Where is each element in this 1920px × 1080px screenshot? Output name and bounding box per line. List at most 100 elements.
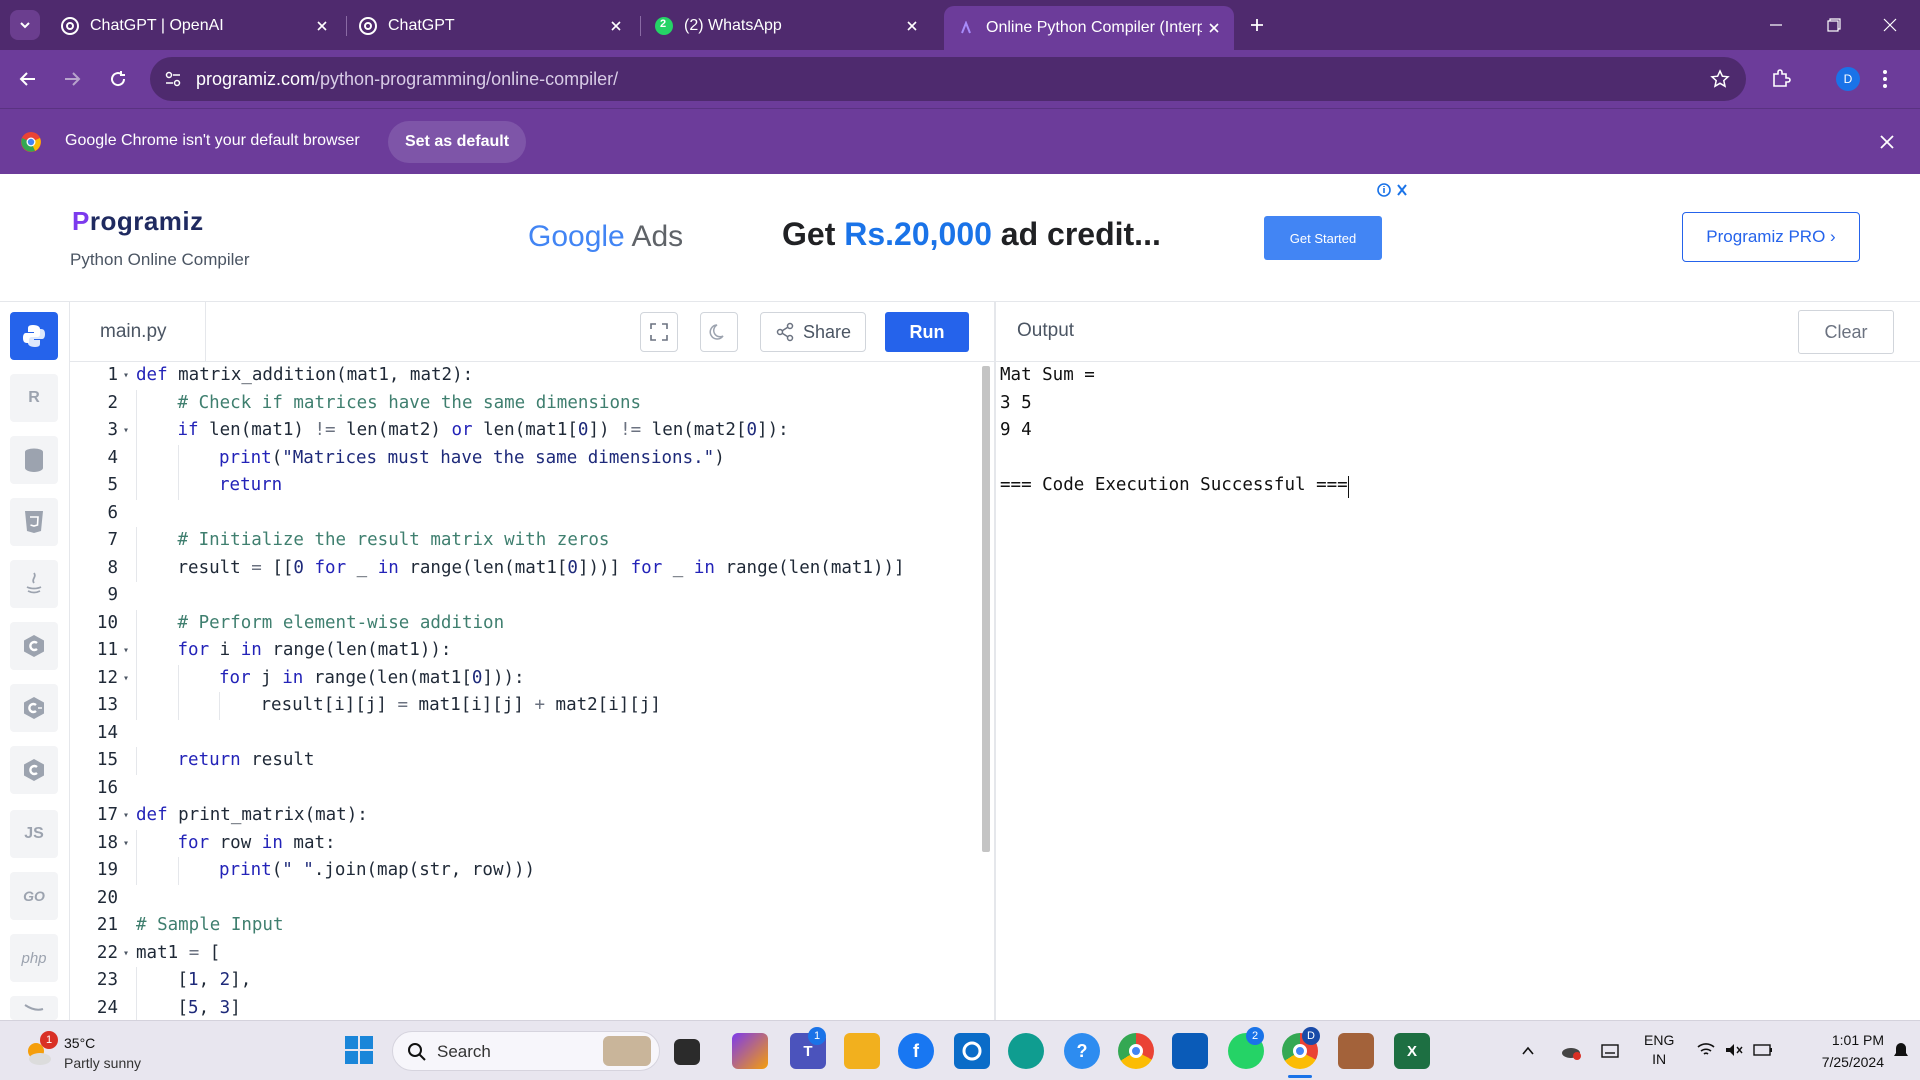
show-hidden-icons-icon[interactable] (1520, 1043, 1536, 1059)
ad-get-started-button[interactable]: Get Started (1264, 216, 1382, 260)
code-line[interactable]: 1 ▾ def matrix_addition(mat1, mat2): (70, 362, 988, 389)
output-console[interactable]: Mat Sum = 3 5 9 4 === Code Execution Succe… (996, 362, 1920, 1020)
weather-widget[interactable]: 1 35°C Partly sunny (22, 1031, 222, 1075)
system-clock[interactable]: 1:01 PM 7/25/2024 (1790, 1029, 1884, 1073)
sidebar-item-go[interactable]: GO (10, 872, 58, 920)
code-line[interactable]: 13 result[i][j] = mat1[i][j] + mat2[i][j] (70, 692, 988, 720)
code-line[interactable]: 17 ▾ def print_matrix(mat): (70, 802, 988, 829)
close-tab-icon[interactable] (604, 14, 628, 38)
close-tab-icon[interactable] (1202, 16, 1226, 40)
task-view-icon[interactable] (674, 1039, 700, 1065)
adchoices-icon[interactable] (1376, 182, 1410, 201)
chrome-taskbar-icon[interactable] (1118, 1033, 1154, 1069)
fold-toggle-icon[interactable]: ▾ (120, 940, 132, 967)
code-line[interactable]: 2 # Check if matrices have the same dimen… (70, 389, 988, 417)
extensions-icon[interactable] (1770, 68, 1792, 90)
code-line[interactable]: 4 print("Matrices must have the same dime… (70, 444, 988, 472)
code-line[interactable]: 15 return result (70, 747, 988, 775)
site-settings-icon[interactable] (164, 70, 182, 88)
fold-toggle-icon[interactable]: ▾ (120, 665, 132, 692)
run-button[interactable]: Run (885, 312, 969, 352)
bookmark-star-icon[interactable] (1710, 69, 1730, 89)
code-line[interactable]: 21 # Sample Input (70, 912, 988, 939)
cortana-icon[interactable] (954, 1033, 990, 1069)
file-explorer-icon[interactable] (844, 1033, 880, 1069)
onedrive-icon[interactable] (1560, 1041, 1582, 1061)
language-indicator[interactable]: ENG IN (1644, 1031, 1674, 1069)
code-line[interactable]: 7 # Initialize the result matrix with zer… (70, 527, 988, 555)
code-line[interactable]: 23 [1, 2], (70, 967, 988, 995)
fold-toggle-icon[interactable]: ▾ (120, 362, 132, 389)
tab-online-python-compiler[interactable]: Online Python Compiler (Interp (944, 6, 1234, 50)
close-tab-icon[interactable] (900, 14, 924, 38)
close-window-button[interactable] (1870, 10, 1910, 40)
code-line[interactable]: 16 (70, 775, 988, 802)
code-line[interactable]: 10 # Perform element-wise addition (70, 609, 988, 637)
sidebar-item-cpp[interactable] (10, 684, 58, 732)
minimize-button[interactable] (1756, 10, 1796, 40)
forward-button[interactable] (56, 63, 88, 95)
facebook-icon[interactable]: f (898, 1033, 934, 1069)
copilot-icon[interactable] (732, 1033, 768, 1069)
close-infobar-icon[interactable] (1880, 135, 1894, 149)
sidebar-item-python[interactable] (10, 312, 58, 360)
code-line[interactable]: 8 result = [[0 for _ in range(len(mat1[0]… (70, 554, 988, 582)
code-editor[interactable]: 1 ▾ def matrix_addition(mat1, mat2): 2 # Che… (70, 362, 988, 1020)
clear-button[interactable]: Clear (1798, 310, 1894, 354)
sidebar-item-r[interactable]: R (10, 374, 58, 422)
sidebar-item-c[interactable] (10, 622, 58, 670)
sidebar-item-java[interactable] (10, 560, 58, 608)
sidebar-item-sql[interactable] (10, 436, 58, 484)
file-tab-main-py[interactable]: main.py (70, 302, 206, 362)
programiz-pro-button[interactable]: Programiz PRO › (1682, 212, 1860, 262)
sidebar-item-more[interactable] (10, 996, 58, 1020)
fullscreen-button[interactable] (640, 312, 678, 352)
notification-bell-icon[interactable] (1892, 1041, 1910, 1061)
fold-toggle-icon[interactable]: ▾ (120, 802, 132, 829)
code-line[interactable]: 14 (70, 720, 988, 747)
code-line[interactable]: 24 [5, 3] (70, 994, 988, 1020)
new-tab-button[interactable] (1244, 12, 1270, 38)
game-icon[interactable] (1338, 1033, 1374, 1069)
sidebar-item-php[interactable]: php (10, 934, 58, 982)
tab-whatsapp[interactable]: 2 (2) WhatsApp (642, 6, 932, 46)
back-button[interactable] (12, 63, 44, 95)
code-line[interactable]: 12 ▾ for j in range(len(mat1[0])): (70, 664, 988, 692)
sidebar-item-csharp[interactable] (10, 746, 58, 794)
code-line[interactable]: 9 (70, 582, 988, 609)
tab-search-button[interactable] (10, 10, 40, 40)
code-line[interactable]: 6 (70, 500, 988, 527)
address-bar[interactable]: programiz.com/python-programming/online-… (150, 57, 1746, 101)
fold-toggle-icon[interactable]: ▾ (120, 637, 132, 664)
reload-button[interactable] (102, 63, 134, 95)
set-as-default-button[interactable]: Set as default (388, 121, 526, 163)
microsoft-store-icon[interactable] (1172, 1033, 1208, 1069)
code-line[interactable]: 20 (70, 885, 988, 912)
restore-button[interactable] (1814, 10, 1854, 40)
close-tab-icon[interactable] (310, 14, 334, 38)
fold-toggle-icon[interactable]: ▾ (120, 830, 132, 857)
battery-icon[interactable] (1752, 1041, 1774, 1059)
help-icon[interactable]: ? (1064, 1033, 1100, 1069)
dark-mode-button[interactable] (700, 312, 738, 352)
keyboard-icon[interactable] (1600, 1041, 1620, 1061)
taskbar-search[interactable]: Search (392, 1031, 660, 1071)
editor-scrollbar[interactable] (982, 366, 990, 852)
edge-icon[interactable] (1008, 1033, 1044, 1069)
code-line[interactable]: 19 print(" ".join(map(str, row))) (70, 857, 988, 885)
excel-icon[interactable]: X (1394, 1033, 1430, 1069)
code-line[interactable]: 18 ▾ for row in mat: (70, 829, 988, 857)
profile-avatar[interactable]: D (1836, 67, 1860, 91)
share-button[interactable]: Share (760, 312, 866, 352)
wifi-icon[interactable] (1696, 1041, 1716, 1059)
tab-chatgpt[interactable]: ChatGPT (346, 6, 636, 46)
sidebar-item-html[interactable] (10, 498, 58, 546)
code-line[interactable]: 3 ▾ if len(mat1) != len(mat2) or len(mat1[… (70, 417, 988, 445)
more-menu-icon[interactable] (1882, 68, 1888, 90)
programiz-logo[interactable]: Programiz (72, 206, 204, 237)
sidebar-item-js[interactable]: JS (10, 810, 58, 858)
tab-chatgpt-openai[interactable]: ChatGPT | OpenAI (48, 6, 342, 46)
start-button[interactable] (344, 1035, 374, 1070)
code-line[interactable]: 11 ▾ for i in range(len(mat1)): (70, 637, 988, 665)
code-line[interactable]: 22 ▾ mat1 = [ (70, 940, 988, 967)
